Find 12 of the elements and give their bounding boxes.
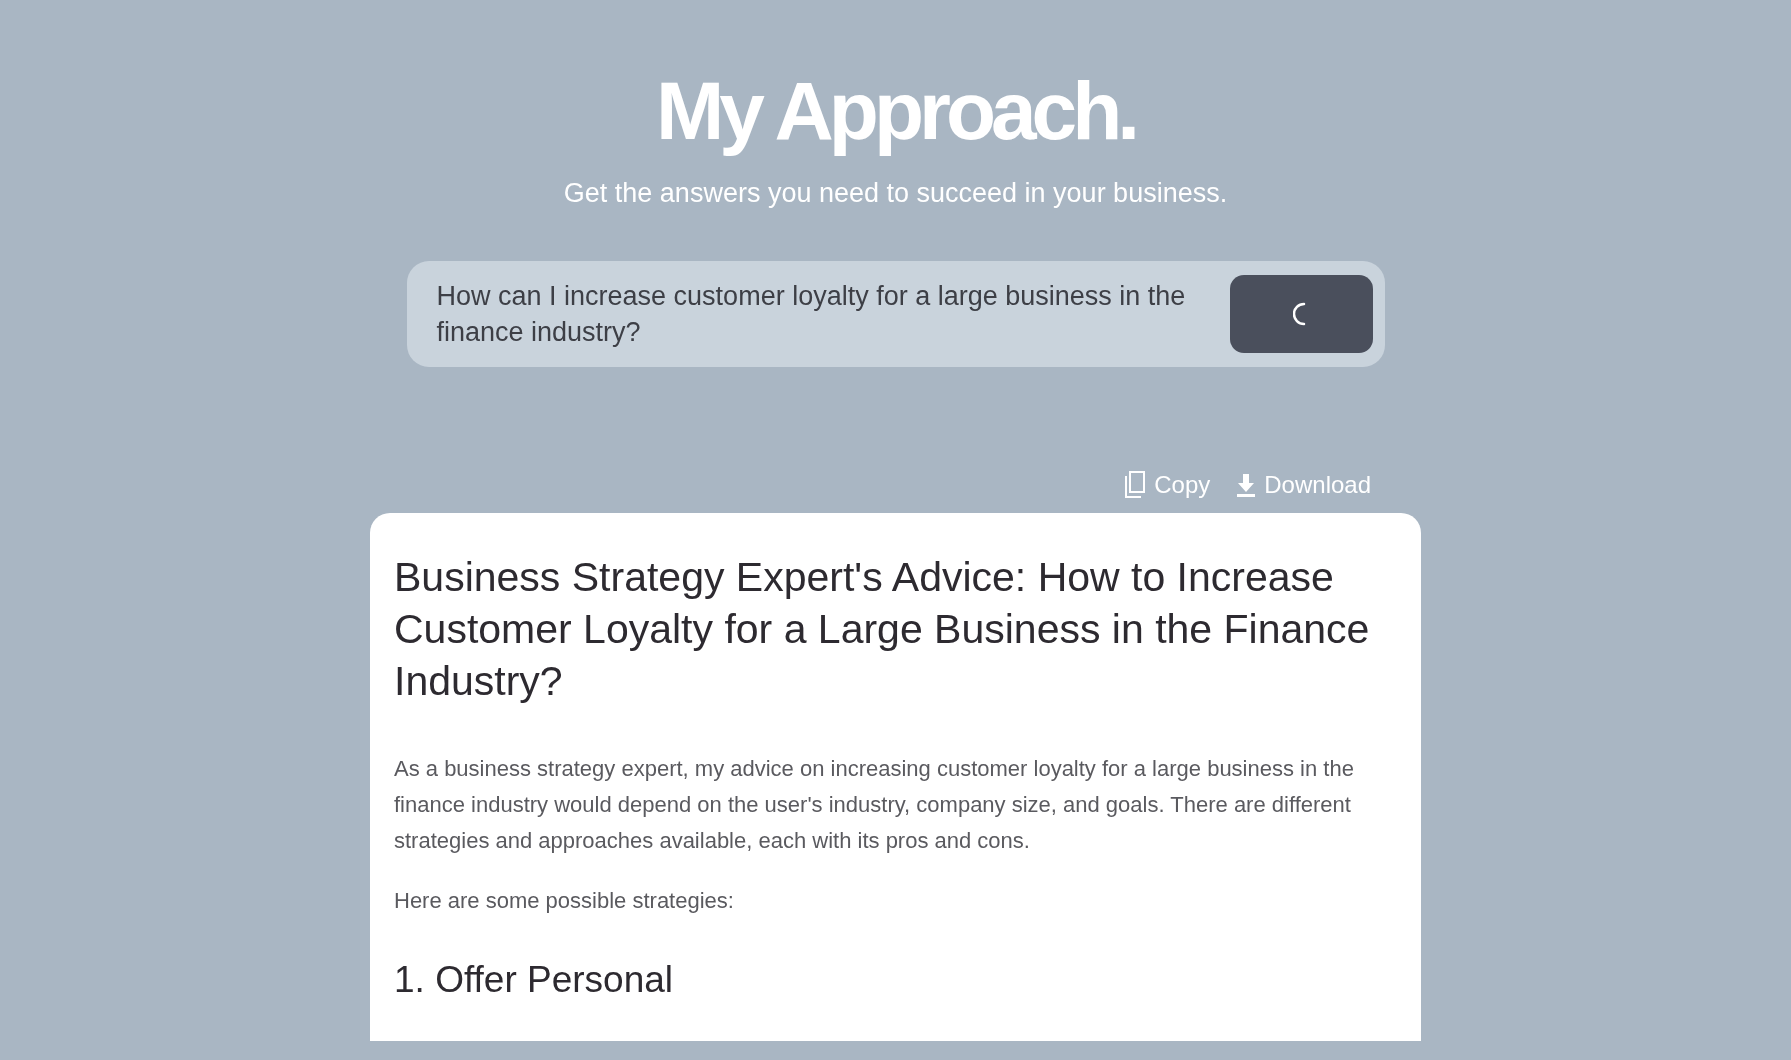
section-heading: 1. Offer Personal — [394, 959, 675, 1001]
answer-title: Business Strategy Expert's Advice: How to Increase Customer Loyalty for a Large Business in the Finance Industry? — [394, 553, 1371, 706]
answer-paragraph: Here are some possible strategies: — [394, 887, 735, 915]
copy-icon — [1124, 471, 1147, 499]
submit-button[interactable] — [1229, 275, 1373, 353]
copy-button[interactable]: Copy — [1124, 471, 1211, 499]
download-button[interactable]: Download — [1236, 471, 1371, 499]
question-field[interactable]: How can I increase customer loyalty for a large business in the finance industry? — [406, 261, 1385, 367]
subtitle: Get the answers you need to succeed in your business. — [563, 178, 1228, 209]
question-text: How can I increase customer loyalty for a large business in the finance industry? — [436, 280, 1187, 349]
download-icon — [1236, 473, 1257, 497]
answer-paragraph: As a business strategy expert, my advice on increasing customer loyalty for a large business in the finance industry would depend on the user's industry, company size, and goals. There are different strategies and approaches available, each with its pros and cons. — [394, 755, 1355, 855]
